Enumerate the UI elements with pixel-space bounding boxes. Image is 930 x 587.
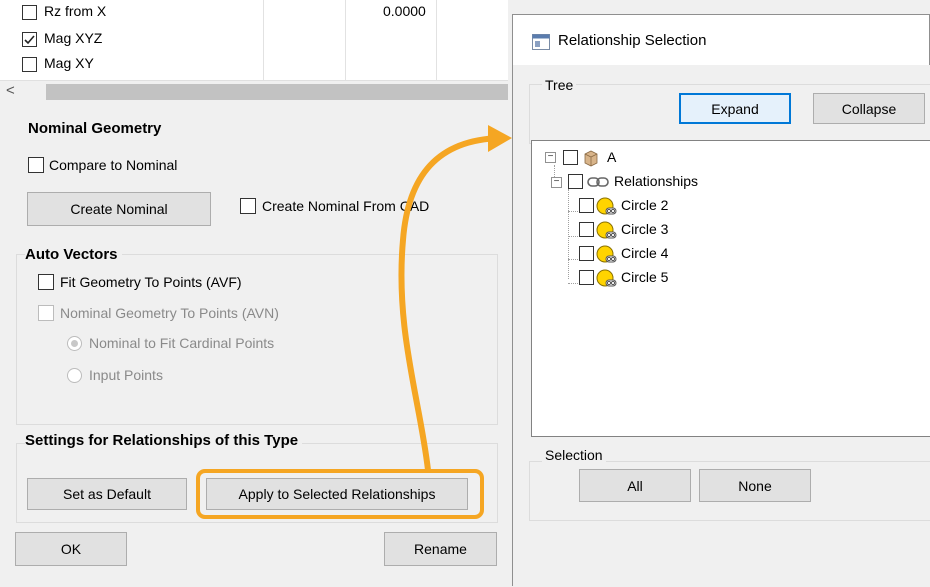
create-nominal-button[interactable]: Create Nominal: [27, 192, 211, 226]
tree-node-checkbox[interactable]: [568, 174, 583, 189]
list-row[interactable]: Mag XY: [0, 53, 508, 74]
tree-node-label: Circle 5: [621, 269, 669, 285]
list-row[interactable]: Mag XYZ: [0, 28, 508, 49]
row-checkbox-checked[interactable]: [22, 32, 37, 47]
part-box-icon: [584, 150, 598, 167]
selection-group-label: Selection: [542, 447, 606, 463]
tree-node-circle[interactable]: Circle 5: [532, 267, 732, 289]
tree-node-relationships[interactable]: − Relationships: [532, 171, 752, 193]
nominal-geometry-to-points-checkbox[interactable]: [38, 305, 54, 321]
auto-vectors-title: Auto Vectors: [25, 246, 122, 263]
arrow-head-icon: [488, 125, 512, 152]
circle-feature-icon: [596, 245, 617, 263]
set-as-default-button[interactable]: Set as Default: [27, 478, 187, 510]
dialog-title: Relationship Selection: [558, 32, 707, 49]
link-icon: [587, 177, 609, 187]
radio-input-points-label: Input Points: [89, 367, 163, 383]
create-nominal-from-cad-label: Create Nominal From CAD: [262, 198, 430, 214]
tree-node-label: Circle 3: [621, 221, 669, 237]
tree-node-label: Circle 2: [621, 197, 669, 213]
circle-feature-icon: [596, 221, 617, 239]
select-all-button[interactable]: All: [579, 469, 691, 502]
relationship-selection-dialog: Relationship Selection Tree Expand Colla…: [512, 14, 930, 587]
tree-node-label: Relationships: [614, 173, 699, 189]
collapse-toggle-icon[interactable]: −: [545, 152, 556, 163]
select-none-button[interactable]: None: [699, 469, 811, 502]
relationship-tree[interactable]: − A − Relationships Circle 2 Circle 3 Ci…: [531, 140, 930, 437]
create-nominal-from-cad-checkbox[interactable]: [240, 198, 256, 214]
row-checkbox[interactable]: [22, 5, 37, 20]
tree-node-checkbox[interactable]: [579, 270, 594, 285]
rename-button[interactable]: Rename: [384, 532, 497, 566]
expand-button[interactable]: Expand: [679, 93, 791, 124]
tree-node-checkbox[interactable]: [579, 222, 594, 237]
radio-fit-cardinal[interactable]: [67, 336, 82, 351]
check-icon: [24, 35, 35, 45]
row-label: Mag XYZ: [44, 30, 103, 46]
tree-node-circle[interactable]: Circle 4: [532, 243, 732, 265]
tree-group-label: Tree: [542, 77, 577, 93]
row-value: 0.0000: [383, 3, 426, 19]
scroll-left-icon[interactable]: <: [6, 82, 15, 99]
compare-to-nominal-checkbox[interactable]: [28, 157, 44, 173]
fit-geometry-label: Fit Geometry To Points (AVF): [60, 274, 242, 290]
radio-fit-cardinal-label: Nominal to Fit Cardinal Points: [89, 335, 275, 351]
settings-title: Settings for Relationships of this Type: [25, 432, 303, 449]
tree-node-label: Circle 4: [621, 245, 669, 261]
fit-geometry-checkbox[interactable]: [38, 274, 54, 290]
measurement-list: Rz from X 0.0000 Mag XYZ Mag XY <: [0, 0, 508, 102]
radio-input-points[interactable]: [67, 368, 82, 383]
ok-button[interactable]: OK: [15, 532, 127, 566]
tree-node-circle[interactable]: Circle 2: [532, 195, 732, 217]
tree-node-checkbox[interactable]: [579, 198, 594, 213]
tree-node-checkbox[interactable]: [579, 246, 594, 261]
list-row[interactable]: Rz from X 0.0000: [0, 1, 508, 22]
tree-node-checkbox[interactable]: [563, 150, 578, 165]
circle-feature-icon: [596, 269, 617, 287]
window-icon: [532, 34, 550, 50]
radio-selected-dot: [71, 340, 78, 347]
collapse-button[interactable]: Collapse: [813, 93, 925, 124]
nominal-geometry-to-points-label: Nominal Geometry To Points (AVN): [60, 305, 279, 321]
dialog-body: Tree Expand Collapse − A − Relationships…: [513, 65, 930, 587]
tree-node-circle[interactable]: Circle 3: [532, 219, 732, 241]
collapse-toggle-icon[interactable]: −: [551, 177, 562, 188]
row-checkbox[interactable]: [22, 57, 37, 72]
tree-node-label: A: [607, 149, 617, 165]
scroll-thumb[interactable]: [46, 84, 508, 100]
row-label: Mag XY: [44, 55, 94, 71]
tree-node-root[interactable]: − A: [532, 147, 732, 169]
circle-feature-icon: [596, 197, 617, 215]
nominal-geometry-title: Nominal Geometry: [28, 120, 162, 137]
compare-to-nominal-label: Compare to Nominal: [49, 157, 178, 173]
apply-to-selected-button[interactable]: Apply to Selected Relationships: [206, 478, 468, 510]
horizontal-scrollbar[interactable]: <: [0, 80, 508, 102]
row-label: Rz from X: [44, 3, 107, 19]
